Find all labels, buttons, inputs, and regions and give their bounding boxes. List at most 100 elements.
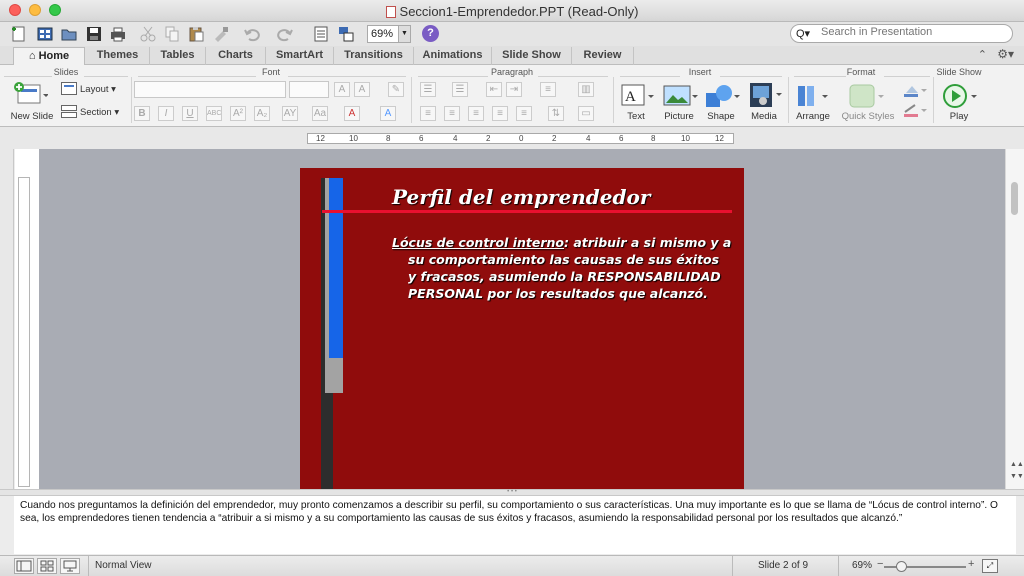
numbering-icon[interactable]: ☰ [452,82,468,97]
tab-themes[interactable]: Themes [86,47,150,65]
justify-icon[interactable]: ≡ [492,106,508,121]
bold-icon[interactable]: B [134,106,150,121]
font-name-select[interactable] [134,81,286,98]
change-case-icon[interactable]: Aa [312,106,328,121]
play-label: Play [949,111,969,122]
arrange-button[interactable] [796,83,832,112]
media-button[interactable] [748,81,784,112]
redo-icon[interactable] [276,25,294,43]
collapse-ribbon-icon[interactable]: ⌃ [978,48,987,61]
increase-font-icon[interactable]: A [334,82,350,97]
slide-sorter-view-button[interactable] [37,558,57,574]
distributed-icon[interactable]: ≡ [516,106,532,121]
columns-icon[interactable]: ▥ [578,82,594,97]
subscript-icon[interactable]: A₂ [254,106,270,121]
ruler-tick: 0 [519,134,524,143]
strikethrough-icon[interactable]: ABC [206,106,222,121]
align-text-icon[interactable]: ▭ [578,106,594,121]
fit-to-window-icon[interactable]: ⤢ [982,559,998,573]
line-spacing-icon[interactable]: ≡ [540,82,556,97]
tab-tables[interactable]: Tables [150,47,206,65]
gear-icon[interactable]: ⚙▾ [997,47,1014,61]
notes-pane[interactable]: Cuando nos preguntamos la definición del… [14,496,1016,554]
arrange-label: Arrange [796,111,830,122]
tab-charts[interactable]: Charts [206,47,266,65]
tab-smartart[interactable]: SmartArt [266,47,334,65]
tab-transitions[interactable]: Transitions [334,47,414,65]
format-painter-icon[interactable] [212,25,230,43]
fill-color-icon[interactable] [902,83,928,100]
zoom-select[interactable]: 69% ▼ [367,25,411,43]
help-button[interactable]: ? [422,25,439,42]
font-size-select[interactable] [289,81,329,98]
slide-title[interactable]: Perfil del emprendedor [392,185,650,209]
increase-indent-icon[interactable]: ⇥ [506,82,522,97]
line-color-icon[interactable] [902,103,928,120]
status-bar: Normal View Slide 2 of 9 69% − + ⤢ [0,555,1024,576]
quick-styles-button[interactable] [848,83,886,112]
new-slide-button[interactable] [12,81,49,109]
search-icon[interactable]: Q▾ [796,27,810,40]
zoom-value: 69% [371,28,394,40]
section-button[interactable]: Section ▾ [80,107,128,118]
normal-view-button[interactable] [14,558,34,574]
tab-slide-show[interactable]: Slide Show [492,47,572,65]
next-slide-icon[interactable]: ▼▼ [1010,473,1024,480]
play-button[interactable] [942,83,978,112]
character-spacing-icon[interactable]: AY [282,106,298,121]
presenter-view-button[interactable] [60,558,80,574]
chevron-down-icon[interactable]: ▼ [398,26,410,42]
shape-button[interactable] [704,83,742,112]
align-right-icon[interactable]: ≡ [468,106,484,121]
underline-icon[interactable]: U [182,106,198,121]
save-icon[interactable] [85,25,103,43]
vertical-scrollbar[interactable]: ▲▲ ▼▼ [1005,149,1024,489]
decrease-indent-icon[interactable]: ⇤ [486,82,502,97]
scrollbar-thumb[interactable] [1011,182,1018,215]
standard-toolbar: 69% ▼ ? Q▾ [0,22,1024,46]
zoom-slider-knob[interactable] [896,561,907,572]
font-color-icon[interactable]: A [344,106,360,121]
notes-splitter[interactable]: • • • [0,489,1024,496]
play-icon [943,84,977,108]
undo-icon[interactable] [243,25,261,43]
slide-count: Slide 2 of 9 [758,560,809,571]
slide-sorter-icon[interactable] [337,25,355,43]
slide-pane-splitter[interactable] [0,149,14,489]
home-icon: ⌂ [28,50,39,62]
print-icon[interactable] [109,25,127,43]
copy-icon[interactable] [163,25,181,43]
layout-button[interactable]: Layout ▾ [80,84,122,95]
new-document-icon[interactable] [10,25,28,43]
zoom-in-icon[interactable]: + [968,558,974,570]
italic-icon[interactable]: I [158,106,174,121]
horizontal-ruler[interactable]: 12 10 8 6 4 2 0 2 4 6 8 10 12 [307,133,734,144]
open-folder-icon[interactable] [60,25,78,43]
bullets-icon[interactable]: ☰ [420,82,436,97]
tab-home[interactable]: ⌂ Home [13,47,85,65]
clear-format-icon[interactable]: ✎ [388,82,404,97]
vertical-ruler[interactable] [18,177,30,487]
templates-icon[interactable] [36,25,54,43]
decrease-font-icon[interactable]: A [354,82,370,97]
notes-page-icon[interactable] [312,25,330,43]
search-input[interactable] [821,26,1006,38]
picture-button[interactable] [662,83,698,112]
tab-animations[interactable]: Animations [414,47,492,65]
text-effects-icon[interactable]: A [380,106,396,121]
text-box-button[interactable]: A [620,83,654,112]
cut-icon[interactable] [139,25,157,43]
slide-body[interactable]: Lócus de control interno: atribuir a si … [392,234,732,302]
previous-slide-icon[interactable]: ▲▲ [1010,461,1024,468]
slide[interactable]: Perfil del emprendedor Lócus de control … [300,168,744,489]
align-left-icon[interactable]: ≡ [420,106,436,121]
text-direction-icon[interactable]: ⇅ [548,106,564,121]
zoom-out-icon[interactable]: − [877,558,883,570]
tab-review[interactable]: Review [572,47,634,65]
layout-label: Layout [80,84,109,95]
search-box[interactable]: Q▾ [790,24,1013,43]
paste-icon[interactable] [187,25,205,43]
superscript-icon[interactable]: A² [230,106,246,121]
align-center-icon[interactable]: ≡ [444,106,460,121]
title-bar: Seccion1-Emprendedor.PPT (Read-Only) [0,0,1024,22]
